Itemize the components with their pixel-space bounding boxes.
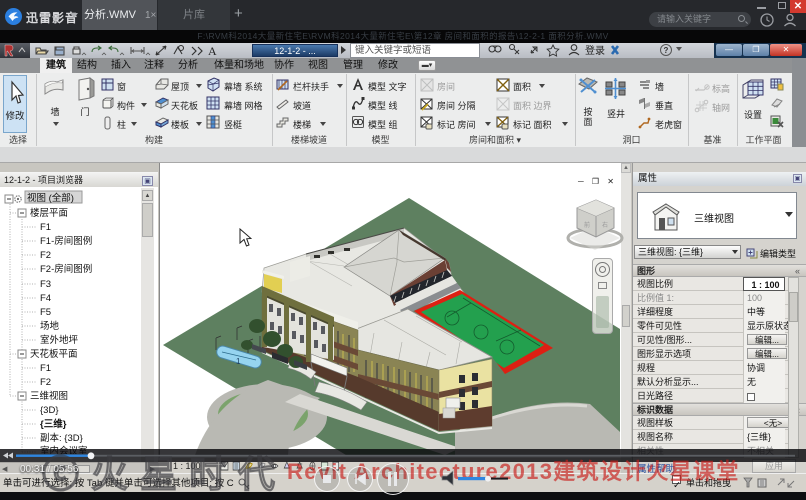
svg-text:登录: 登录	[585, 44, 605, 57]
svg-text:室外地坪: 室外地坪	[40, 334, 79, 346]
svg-text:F3: F3	[40, 279, 51, 290]
svg-text:楼层平面: 楼层平面	[30, 207, 68, 219]
svg-text:副本: {3D}: 副本: {3D}	[40, 432, 83, 444]
svg-text:{3D}: {3D}	[40, 405, 59, 416]
svg-text:{三维}: {三维}	[40, 418, 67, 430]
svg-text:A: A	[208, 44, 217, 58]
svg-text:F1: F1	[40, 363, 51, 374]
svg-text:F2-房间图例: F2-房间图例	[40, 263, 92, 275]
svg-text:F4: F4	[40, 293, 51, 304]
svg-text:前: 前	[584, 221, 590, 229]
svg-text:右: 右	[602, 221, 608, 229]
svg-text:三维视图: 三维视图	[30, 390, 68, 402]
svg-text:F2: F2	[40, 250, 51, 261]
svg-text:视图 (全部): 视图 (全部)	[27, 192, 74, 204]
svg-text:1: 1	[236, 357, 241, 366]
svg-text:天花板平面: 天花板平面	[30, 348, 78, 360]
svg-text:F1: F1	[40, 222, 51, 233]
svg-text:F2: F2	[40, 377, 51, 388]
svg-text:F5: F5	[40, 307, 51, 318]
svg-text:场地: 场地	[40, 320, 60, 332]
svg-text:F1-房间图例: F1-房间图例	[40, 235, 92, 247]
